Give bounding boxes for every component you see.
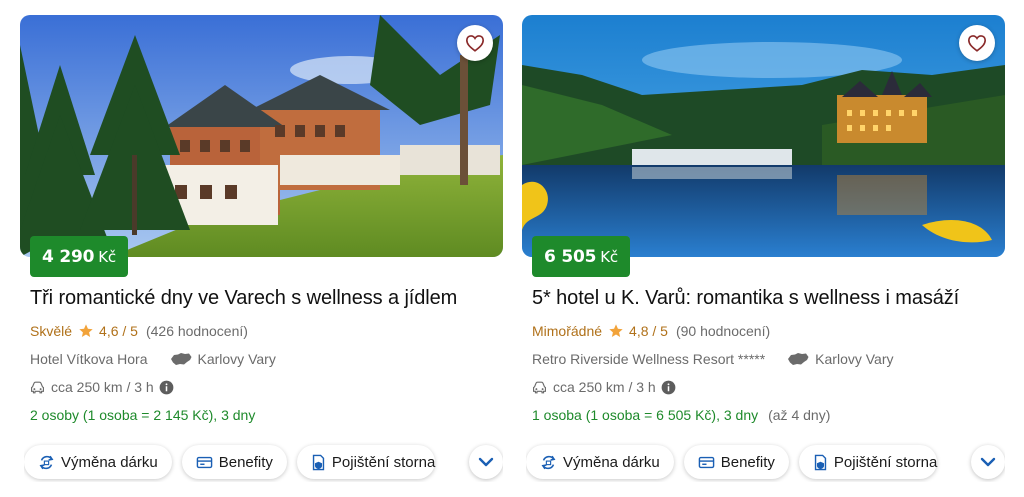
chip-label: Výměna dárku: [61, 453, 158, 471]
voucher-icon: [698, 456, 715, 468]
chip-label: Pojištění storna: [833, 453, 938, 471]
chip-label: Výměna dárku: [563, 453, 660, 471]
offer-card-2[interactable]: 6 505 Kč 5* hotel u K. Varů: romantika s…: [522, 15, 1005, 495]
offer-title[interactable]: Tři romantické dny ve Varech s wellness …: [30, 287, 457, 310]
chip-gift-exchange[interactable]: Výměna dárku: [526, 445, 674, 479]
offer-photo[interactable]: [522, 15, 1005, 257]
rating-count: (426 hodnocení): [145, 323, 248, 339]
price-amount: 6 505: [544, 246, 597, 267]
voucher-icon: [196, 456, 213, 468]
info-icon[interactable]: [661, 380, 676, 395]
chevron-down-icon: [980, 457, 996, 467]
exchange-icon: [39, 455, 54, 469]
star-icon: [79, 324, 93, 337]
price-badge: 4 290 Kč: [30, 236, 128, 277]
distance-text: cca 250 km / 3 h: [51, 379, 154, 395]
exchange-icon: [541, 455, 556, 469]
info-icon[interactable]: [159, 380, 174, 395]
chip-label: Benefity: [720, 453, 775, 471]
favorite-button[interactable]: [457, 25, 493, 61]
chips-expand-button[interactable]: [469, 445, 503, 479]
chip-benefits[interactable]: Benefity: [181, 445, 287, 479]
rating-value: 4,6 / 5: [99, 323, 138, 339]
car-icon: [31, 381, 44, 393]
favorite-button[interactable]: [959, 25, 995, 61]
rating-row: Mimořádné 4,8 / 5 (90 hodnocení): [532, 323, 770, 339]
persons-text: 1 osoba (1 osoba = 6 505 Kč), 3 dny: [532, 407, 759, 423]
feature-chips: Výměna dárku Benefity Pojištění storna: [24, 442, 503, 482]
offer-photo[interactable]: [20, 15, 503, 257]
persons-extra: (až 4 dny): [768, 407, 831, 423]
chips-expand-button[interactable]: [971, 445, 1005, 479]
car-icon: [533, 381, 546, 393]
price-currency: Kč: [98, 247, 116, 266]
region-name: Karlovy Vary: [815, 351, 894, 367]
price-badge: 6 505 Kč: [532, 236, 630, 277]
persons-row: 1 osoba (1 osoba = 6 505 Kč), 3 dny (až …: [532, 407, 830, 423]
distance-text: cca 250 km / 3 h: [553, 379, 656, 395]
chip-label: Benefity: [218, 453, 273, 471]
persons-row: 2 osoby (1 osoba = 2 145 Kč), 3 dny: [30, 407, 255, 423]
distance-row: cca 250 km / 3 h: [532, 379, 676, 395]
chevron-down-icon: [478, 457, 494, 467]
rating-value: 4,8 / 5: [629, 323, 668, 339]
hotel-row: Retro Riverside Wellness Resort ***** Ka…: [532, 351, 894, 367]
rating-word: Skvělé: [30, 323, 73, 339]
insurance-icon: [312, 454, 325, 470]
hotel-photo-image: [20, 15, 503, 257]
hotel-name: Retro Riverside Wellness Resort *****: [532, 351, 766, 367]
resort-photo-image: [522, 15, 1005, 257]
czech-region-map-icon: [788, 353, 809, 365]
price-amount: 4 290: [42, 246, 95, 267]
chip-cancellation-insurance[interactable]: Pojištění storna: [798, 445, 938, 479]
rating-word: Mimořádné: [532, 323, 603, 339]
region-name: Karlovy Vary: [197, 351, 276, 367]
feature-chips: Výměna dárku Benefity Pojištění storna: [526, 442, 1005, 482]
offer-card-1[interactable]: 4 290 Kč Tři romantické dny ve Varech s …: [20, 15, 503, 495]
chip-label: Pojištění storna: [331, 453, 436, 471]
price-currency: Kč: [600, 247, 618, 266]
chip-cancellation-insurance[interactable]: Pojištění storna: [296, 445, 436, 479]
czech-region-map-icon: [170, 353, 191, 365]
persons-text: 2 osoby (1 osoba = 2 145 Kč), 3 dny: [30, 407, 256, 423]
heart-icon: [967, 35, 987, 52]
heart-icon: [465, 35, 485, 52]
insurance-icon: [814, 454, 827, 470]
star-icon: [609, 324, 623, 337]
distance-row: cca 250 km / 3 h: [30, 379, 174, 395]
hotel-name: Hotel Vítkova Hora: [30, 351, 148, 367]
rating-row: Skvělé 4,6 / 5 (426 hodnocení): [30, 323, 248, 339]
rating-count: (90 hodnocení): [675, 323, 771, 339]
chip-benefits[interactable]: Benefity: [683, 445, 789, 479]
offer-title[interactable]: 5* hotel u K. Varů: romantika s wellness…: [532, 287, 959, 310]
hotel-row: Hotel Vítkova Hora Karlovy Vary: [30, 351, 276, 367]
chip-gift-exchange[interactable]: Výměna dárku: [24, 445, 172, 479]
